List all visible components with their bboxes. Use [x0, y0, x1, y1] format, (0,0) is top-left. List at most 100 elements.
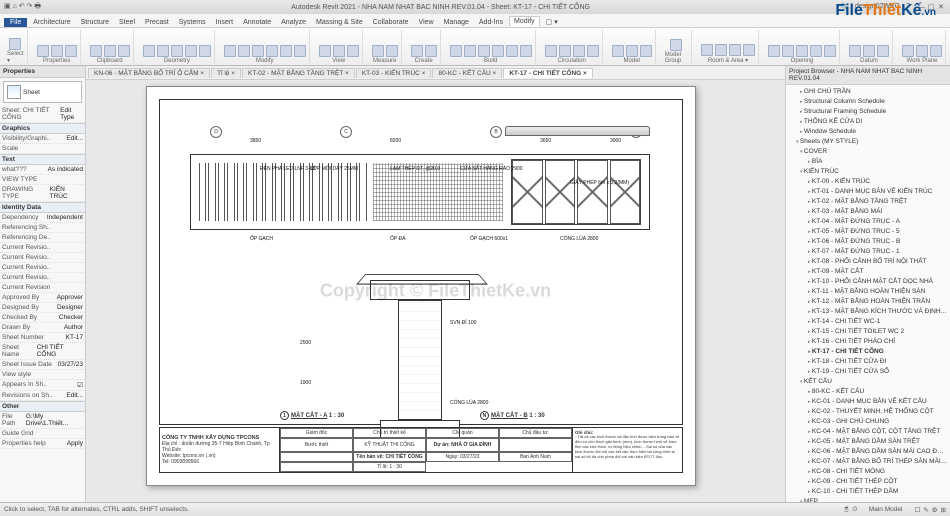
tree-node[interactable]: KT-08 - PHỐI CẢNH BỐ TRÍ NỘI THẤT [786, 257, 950, 267]
prop-row[interactable]: Sheet NameCHI TIẾT CỔNG [0, 343, 85, 360]
ribbon-button[interactable] [743, 44, 755, 56]
properties-palette[interactable]: Properties Sheet Sheet: CHI TIẾT CỔNG Ed… [0, 66, 86, 502]
tree-node[interactable]: KC-02 - THUYẾT MINH, HỆ THỐNG CỘT [786, 407, 950, 417]
ribbon-button[interactable] [701, 44, 713, 56]
ribbon-button[interactable] [464, 45, 476, 57]
prop-row[interactable]: Current Revisio.. [0, 263, 85, 273]
ribbon-button[interactable] [849, 45, 861, 57]
tree-node[interactable]: KT-18 - CHI TIẾT CỬA ĐI [786, 357, 950, 367]
tree-node[interactable]: COVER [786, 147, 950, 157]
ribbon-button[interactable] [104, 45, 116, 57]
qat[interactable]: ▣ ⌂ ↶ ↷ 🖶 [4, 2, 41, 13]
ribbon-tab[interactable]: Add-Ins [475, 18, 507, 27]
prop-row[interactable]: Revisions on Sh..Edit... [0, 391, 85, 401]
view-tab[interactable]: KT-17 - CHI TIẾT CỔNG × [503, 68, 592, 78]
ribbon-button[interactable] [372, 45, 384, 57]
ribbon-tab[interactable]: Collaborate [369, 18, 413, 27]
ribbon-button[interactable] [294, 45, 306, 57]
ribbon-button[interactable] [796, 45, 808, 57]
prop-row[interactable]: VIEW TYPE [0, 175, 85, 185]
prop-row[interactable]: Guide Grid [0, 429, 85, 439]
prop-row[interactable]: Sheet NumberKT-17 [0, 333, 85, 343]
ribbon-button[interactable] [224, 45, 236, 57]
tree-node[interactable]: KT-06 - MẶT ĐỨNG TRỤC - B [786, 237, 950, 247]
ribbon-button[interactable] [545, 45, 557, 57]
tree-node[interactable]: KT-02 - MẶT BẰNG TẦNG TRỆT [786, 197, 950, 207]
tree-node[interactable]: KT-07 - MẶT ĐỨNG TRỤC - 1 [786, 247, 950, 257]
ribbon-tab-modify[interactable]: Modify [509, 16, 540, 27]
ribbon-button[interactable] [319, 45, 331, 57]
ribbon-button[interactable] [640, 45, 652, 57]
tree-node[interactable]: KT-16 - CHI TIẾT PHÁO CHỈ [786, 337, 950, 347]
ribbon-tab[interactable]: ▢ ▾ [542, 17, 562, 27]
ribbon-button[interactable] [280, 45, 292, 57]
tree-node[interactable]: Sheets (MY STYLE) [786, 137, 950, 147]
ribbon-button[interactable] [478, 45, 490, 57]
ribbon-button[interactable] [729, 44, 741, 56]
ribbon-button[interactable] [185, 45, 197, 57]
ribbon-button[interactable] [559, 45, 571, 57]
ribbon-button[interactable] [252, 45, 264, 57]
ribbon-button[interactable] [65, 45, 77, 57]
ribbon-button[interactable] [425, 45, 437, 57]
prop-row[interactable]: DRAWING TYPEKIẾN TRÚC [0, 185, 85, 202]
tree-node[interactable]: Window Schedule [786, 127, 950, 137]
tree-node[interactable]: 80-KC - KẾT CẤU [786, 387, 950, 397]
ribbon-button[interactable] [386, 45, 398, 57]
file-tab[interactable]: File [4, 18, 27, 27]
view-tab[interactable]: KT-03 - KIẾN TRÚC × [356, 68, 432, 78]
tree-node[interactable]: KC-05 - MẶT BẰNG DẦM SÀN TRỆT [786, 437, 950, 447]
ribbon-button[interactable] [143, 45, 155, 57]
ribbon-tab[interactable]: Analyze [277, 18, 310, 27]
ribbon-button[interactable] [199, 45, 211, 57]
prop-row[interactable]: Current Revisio.. [0, 253, 85, 263]
tree-node[interactable]: GHI CHÚ TRẦN [786, 87, 950, 97]
tree-node[interactable]: Structural Column Schedule [786, 97, 950, 107]
ribbon-button[interactable] [506, 45, 518, 57]
ribbon-button[interactable] [450, 45, 462, 57]
prop-section[interactable]: Text [0, 154, 85, 165]
ribbon-button[interactable] [782, 45, 794, 57]
ribbon-button[interactable] [520, 45, 532, 57]
ribbon-tab[interactable]: Precast [141, 18, 173, 27]
workset-dropdown[interactable]: Main Model [869, 506, 903, 513]
canvas[interactable]: D C B A 3850 8200 3650 3000 [86, 80, 785, 502]
ribbon-button[interactable] [902, 45, 914, 57]
apply-button[interactable]: Apply [67, 440, 83, 447]
prop-section[interactable]: Other [0, 401, 85, 412]
tree-node[interactable]: KT-03 - MẶT BẰNG MÁI [786, 207, 950, 217]
prop-row[interactable]: Appears In Sh..☑ [0, 380, 85, 391]
prop-row[interactable]: Checked ByChecker [0, 313, 85, 323]
ribbon-button[interactable] [587, 45, 599, 57]
tree-node[interactable]: KT-12 - MẶT BẰNG HOÀN THIỆN TRẦN [786, 297, 950, 307]
view-tab[interactable]: 80-KC - KẾT CẤU × [432, 68, 502, 78]
tree-node[interactable]: BÌA [786, 157, 950, 167]
prop-row[interactable]: Referencing De.. [0, 233, 85, 243]
tree-node[interactable]: KT-13 - MẶT BẰNG KÍCH THƯỚC VÀ ĐỊNH VỊ C… [786, 307, 950, 317]
ribbon-button[interactable] [492, 45, 504, 57]
prop-row[interactable]: Current Revisio.. [0, 243, 85, 253]
prop-row[interactable]: Drawn ByAuthor [0, 323, 85, 333]
ribbon-button[interactable] [411, 45, 423, 57]
tree-node[interactable]: KT-11 - MẶT BẰNG HOÀN THIỆN SÀN [786, 287, 950, 297]
ribbon-tab[interactable]: Annotate [239, 18, 275, 27]
ribbon-tab[interactable]: Massing & Site [312, 18, 367, 27]
edit-type-button[interactable]: Edit Type [60, 107, 83, 121]
tree-node[interactable]: KT-04 - MẶT ĐỨNG TRỤC - A [786, 217, 950, 227]
ribbon-button[interactable] [51, 45, 63, 57]
ribbon-button[interactable] [157, 45, 169, 57]
tree-node[interactable]: KT-09 - MẶT CẮT [786, 267, 950, 277]
tree-node[interactable]: KT-01 - DANH MỤC BẢN VẼ KIẾN TRÚC [786, 187, 950, 197]
tree-node[interactable]: KIẾN TRÚC [786, 167, 950, 177]
ribbon-button[interactable] [715, 44, 727, 56]
tree-node[interactable]: KC-07 - MẶT BẰNG BỐ TRÍ THÉP SÀN MÁI CAO… [786, 457, 950, 467]
project-browser[interactable]: Project Browser - NHA NAM NHAT BAC NINH … [785, 66, 950, 502]
ribbon-button[interactable] [90, 45, 102, 57]
tree-node[interactable]: KT-00 - KIẾN TRÚC [786, 177, 950, 187]
ribbon-button[interactable] [877, 45, 889, 57]
tree-node[interactable]: KC-09 - CHI TIẾT THÉP CỘT [786, 477, 950, 487]
view-tab[interactable]: KN-06 - MẶT BẰNG BỐ TRÍ Ổ CẮM × [88, 68, 210, 78]
prop-row[interactable]: Designed ByDesigner [0, 303, 85, 313]
tree-node[interactable]: KC-06 - MẶT BẰNG DẦM SÀN MÁI CAO ĐỘ +3.8… [786, 447, 950, 457]
view-tab[interactable]: KT-02 - MẶT BẰNG TẦNG TRỆT × [242, 68, 355, 78]
